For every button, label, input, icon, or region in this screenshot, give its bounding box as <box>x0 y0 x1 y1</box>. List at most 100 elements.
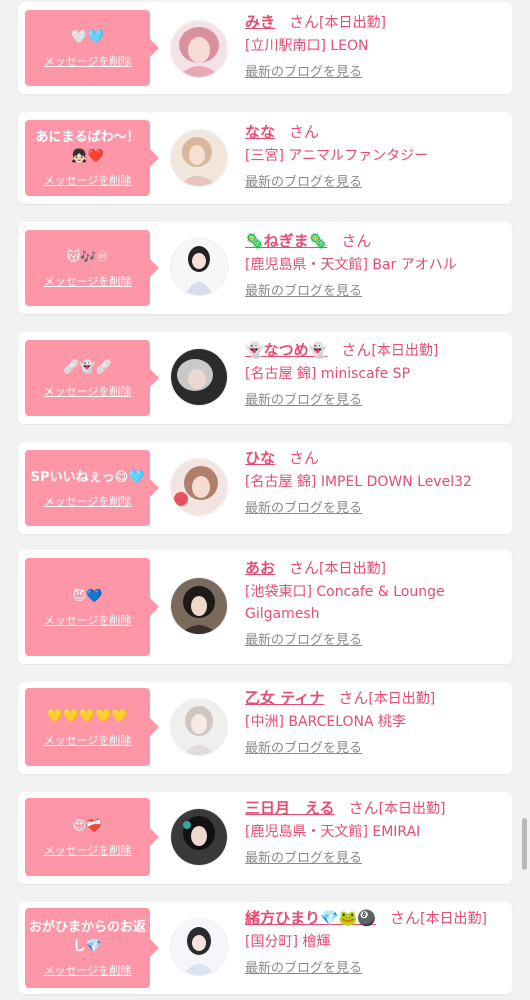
name-line: なな さん <box>245 122 504 144</box>
scrollbar[interactable] <box>522 818 527 870</box>
message-text: あにまるぱわ～！👧🏻❤️ <box>35 130 140 164</box>
message-text: 🩹👻🩹 <box>63 359 112 375</box>
avatar-image <box>171 809 227 865</box>
latest-blog-link[interactable]: 最新のブログを見る <box>245 389 362 408</box>
latest-blog-link[interactable]: 最新のブログを見る <box>245 61 362 80</box>
honorific: さん <box>341 232 372 250</box>
cast-info: 三日月 える さん[本日出勤] [鹿児島県・天文館] EMIRAI 最新のブログを… <box>245 798 504 866</box>
shop-link[interactable]: [名古屋 錦] IMPEL DOWN Level32 <box>245 471 504 493</box>
name-line: 三日月 える さん[本日出勤] <box>245 798 504 820</box>
honorific: さん <box>289 13 320 31</box>
latest-blog-link[interactable]: 最新のブログを見る <box>245 629 362 648</box>
list-item: 🩹👻🩹 メッセージを削除 👻なつめ👻 さん[本日出勤] [名古屋 錦] minis… <box>18 332 512 424</box>
honorific: さん <box>341 341 372 359</box>
name-line: あお さん[本日出勤] <box>245 558 504 580</box>
avatar-image <box>171 919 227 975</box>
name-line: 乙女 ティナ さん[本日出勤] <box>245 688 504 710</box>
cast-info: ひな さん [名古屋 錦] IMPEL DOWN Level32 最新のブログを見… <box>245 448 504 516</box>
cast-name-link[interactable]: 👻なつめ👻 <box>245 341 327 359</box>
latest-blog-link[interactable]: 最新のブログを見る <box>245 957 362 976</box>
message-text: 😽🎶♾ <box>66 249 109 265</box>
shop-link[interactable]: [国分町] 檜輝 <box>245 931 504 953</box>
cast-name-link[interactable]: 🦠ねぎま🦠 <box>245 232 327 250</box>
work-status-badge: [本日出勤] <box>368 691 436 707</box>
list-item: おがひまからのお返し💎 メッセージを削除 緒方ひまり💎🐸🎱 さん[本日出勤] [国… <box>18 902 512 994</box>
honorific: さん <box>338 689 369 707</box>
message-list: 🤍🩵 メッセージを削除 みき さん[本日出勤] [立川駅南口] LEON 最新のブ… <box>0 0 530 1000</box>
shop-link[interactable]: [中洲] BARCELONA 桃李 <box>245 711 504 733</box>
name-line: 🦠ねぎま🦠 さん <box>245 231 504 253</box>
name-line: ひな さん <box>245 448 504 470</box>
message-bubble: 😽🎶♾ メッセージを削除 <box>25 230 159 306</box>
latest-blog-link[interactable]: 最新のブログを見る <box>245 171 362 190</box>
delete-message-link[interactable]: メッセージを削除 <box>44 53 132 69</box>
shop-link[interactable]: [池袋東口] Concafe & Lounge Gilgamesh <box>245 581 504 625</box>
list-item: 🤍🩵 メッセージを削除 みき さん[本日出勤] [立川駅南口] LEON 最新のブ… <box>18 2 512 94</box>
message-text: SPいいねぇっ😋🩵 <box>30 469 145 485</box>
cast-name-link[interactable]: なな <box>245 123 275 141</box>
delete-message-link[interactable]: メッセージを削除 <box>44 273 132 289</box>
message-text: 🤍🩵 <box>71 29 104 45</box>
list-item: あにまるぱわ～！👧🏻❤️ メッセージを削除 なな さん [三宮] アニマルファンタ… <box>18 112 512 204</box>
latest-blog-link[interactable]: 最新のブログを見る <box>245 737 362 756</box>
delete-message-link[interactable]: メッセージを削除 <box>44 732 132 748</box>
message-bubble: 🤍🩵 メッセージを削除 <box>25 10 159 86</box>
message-text: おがひまからのお返し💎 <box>29 920 147 954</box>
shop-link[interactable]: [鹿児島県・天文館] EMIRAI <box>245 821 504 843</box>
cast-info: 👻なつめ👻 さん[本日出勤] [名古屋 錦] miniscafe SP 最新のブロ… <box>245 340 504 408</box>
avatar[interactable] <box>170 20 228 78</box>
work-status-badge: [本日出勤] <box>420 911 487 927</box>
delete-message-link[interactable]: メッセージを削除 <box>44 493 132 509</box>
avatar-image <box>171 349 227 405</box>
avatar[interactable] <box>170 238 228 296</box>
delete-message-link[interactable]: メッセージを削除 <box>44 172 132 188</box>
work-status-badge: [本日出勤] <box>319 561 386 577</box>
delete-message-link[interactable]: メッセージを削除 <box>44 383 132 399</box>
shop-link[interactable]: [名古屋 錦] miniscafe SP <box>245 363 504 385</box>
honorific: さん <box>289 449 320 467</box>
list-item: 😈💙 メッセージを削除 あお さん[本日出勤] [池袋東口] Concafe & … <box>18 550 512 664</box>
avatar-image <box>171 699 227 755</box>
message-bubble: あにまるぱわ～！👧🏻❤️ メッセージを削除 <box>25 120 159 196</box>
avatar-image <box>171 459 227 515</box>
honorific: さん <box>390 909 421 927</box>
avatar[interactable] <box>170 129 228 187</box>
message-text: 💛💛💛💛💛 <box>47 708 128 724</box>
avatar-image <box>171 239 227 295</box>
message-bubble: 😍❤️‍🩹 メッセージを削除 <box>25 798 159 876</box>
shop-link[interactable]: [立川駅南口] LEON <box>245 35 504 57</box>
delete-message-link[interactable]: メッセージを削除 <box>44 842 132 858</box>
cast-name-link[interactable]: 三日月 える <box>245 799 335 817</box>
avatar[interactable] <box>170 577 228 635</box>
latest-blog-link[interactable]: 最新のブログを見る <box>245 280 362 299</box>
avatar[interactable] <box>170 698 228 756</box>
message-bubble: 😈💙 メッセージを削除 <box>25 558 159 656</box>
avatar-image <box>171 21 227 77</box>
cast-name-link[interactable]: あお <box>245 559 275 577</box>
avatar[interactable] <box>170 348 228 406</box>
delete-message-link[interactable]: メッセージを削除 <box>44 612 132 628</box>
avatar[interactable] <box>170 458 228 516</box>
cast-info: なな さん [三宮] アニマルファンタジー 最新のブログを見る <box>245 122 504 190</box>
latest-blog-link[interactable]: 最新のブログを見る <box>245 847 362 866</box>
avatar[interactable] <box>170 808 228 866</box>
avatar-image <box>171 130 227 186</box>
avatar[interactable] <box>170 918 228 976</box>
cast-info: あお さん[本日出勤] [池袋東口] Concafe & Lounge Gilga… <box>245 558 504 648</box>
honorific: さん <box>289 123 320 141</box>
cast-name-link[interactable]: 乙女 ティナ <box>245 689 324 707</box>
shop-link[interactable]: [鹿児島県・天文館] Bar アオハル <box>245 254 504 276</box>
cast-name-link[interactable]: 緒方ひまり💎🐸🎱 <box>245 909 376 927</box>
cast-info: 緒方ひまり💎🐸🎱 さん[本日出勤] [国分町] 檜輝 最新のブログを見る <box>245 908 504 976</box>
name-line: 👻なつめ👻 さん[本日出勤] <box>245 340 504 362</box>
honorific: さん <box>348 799 379 817</box>
cast-name-link[interactable]: ひな <box>245 449 275 467</box>
latest-blog-link[interactable]: 最新のブログを見る <box>245 497 362 516</box>
cast-name-link[interactable]: みき <box>245 13 275 31</box>
cast-info: みき さん[本日出勤] [立川駅南口] LEON 最新のブログを見る <box>245 12 504 80</box>
delete-message-link[interactable]: メッセージを削除 <box>44 962 132 978</box>
honorific: さん <box>289 559 320 577</box>
message-text: 😈💙 <box>72 588 103 604</box>
shop-link[interactable]: [三宮] アニマルファンタジー <box>245 145 504 167</box>
work-status-badge: [本日出勤] <box>378 801 446 817</box>
